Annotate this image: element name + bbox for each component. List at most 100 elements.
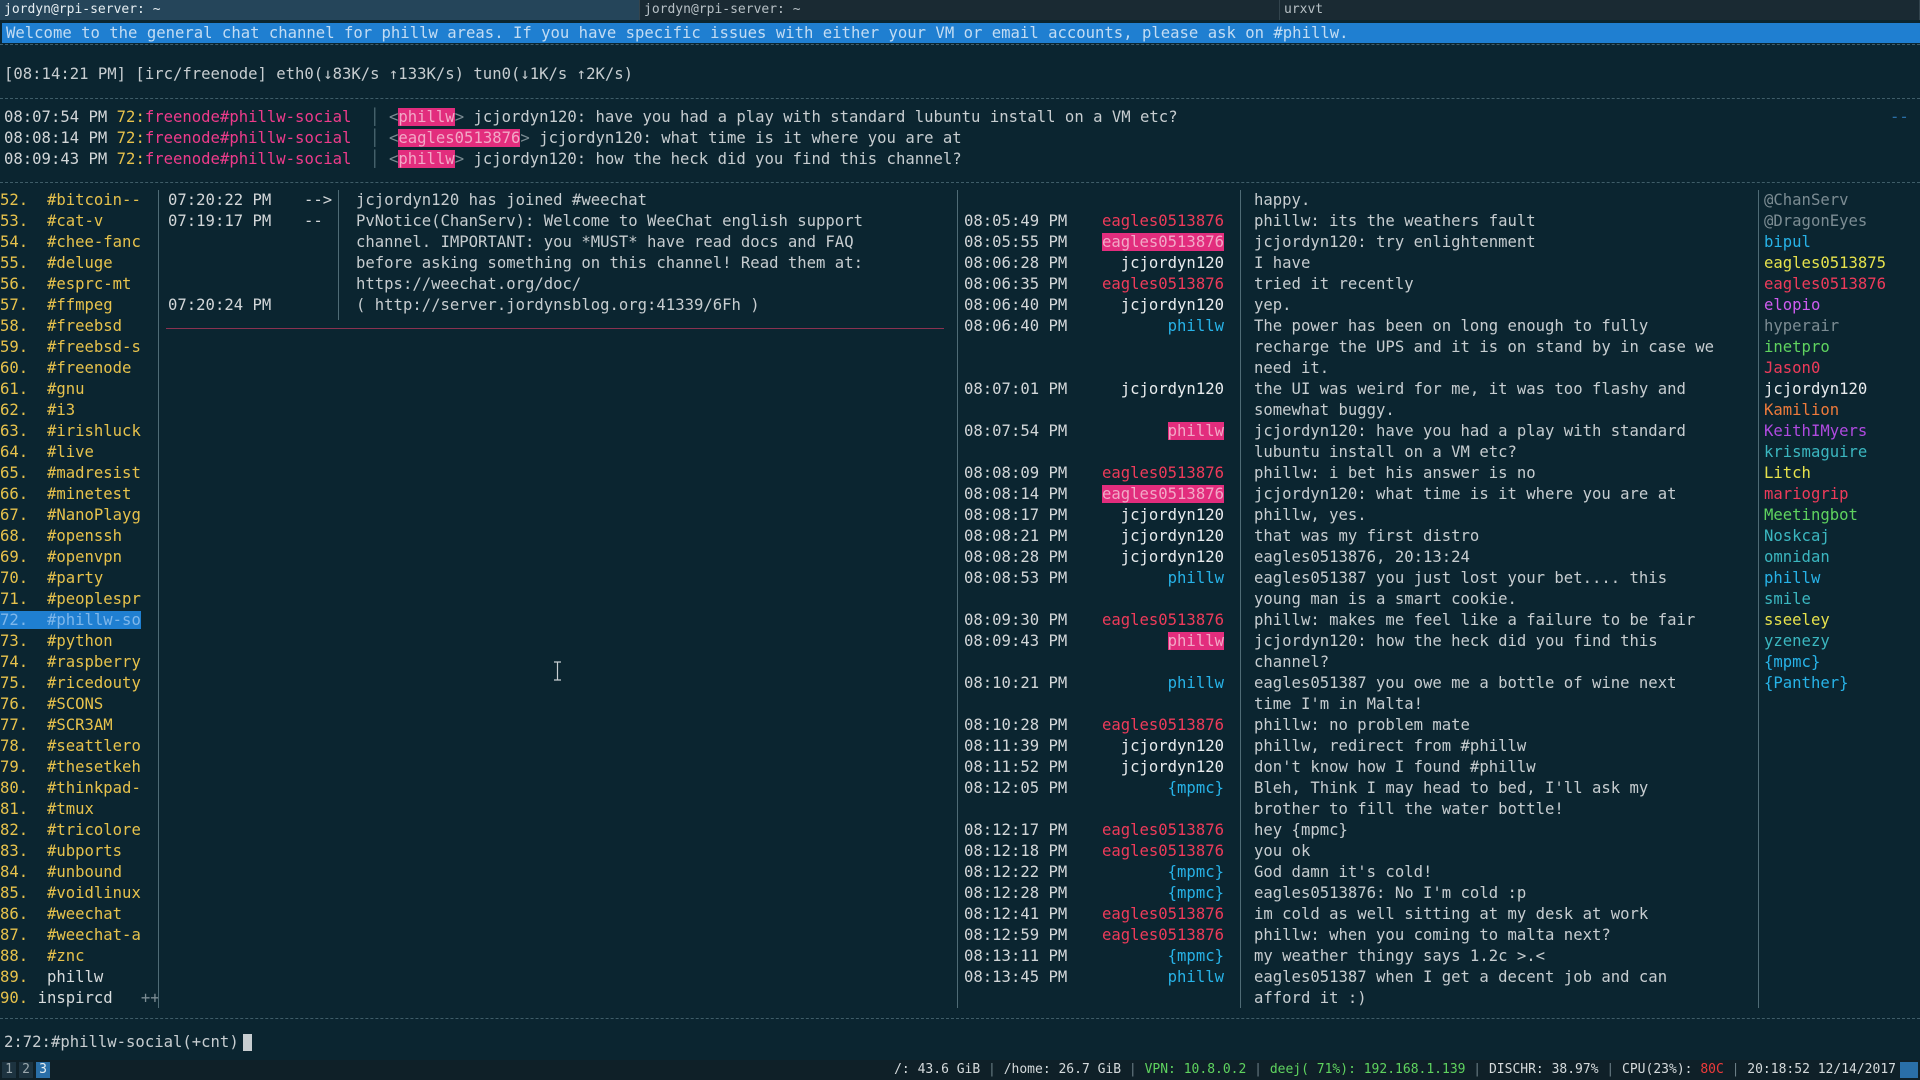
buffer-list-item[interactable]: 78. #seattlero [0, 736, 160, 757]
chat-nick[interactable]: eagles0513876 [960, 232, 1224, 253]
buffer-list-item[interactable]: 74. #raspberry [0, 652, 160, 673]
nick-list-item[interactable]: phillw [1762, 568, 1920, 589]
chat-nick[interactable]: eagles0513876 [960, 484, 1224, 505]
buffer-list-item[interactable]: 84. #unbound [0, 862, 160, 883]
chat-nick[interactable]: phillw [960, 421, 1224, 442]
buffer-list-item[interactable]: 66. #minetest [0, 484, 160, 505]
buffer-list-item[interactable]: 76. #SCONS [0, 694, 160, 715]
buffer-list-item[interactable]: 82. #tricolore [0, 820, 160, 841]
chat-nick[interactable]: eagles0513876 [960, 211, 1224, 232]
chat-nick[interactable]: eagles0513876 [960, 925, 1224, 946]
nick-list-item[interactable]: krismaguire [1762, 442, 1920, 463]
nick-list-item[interactable]: eagles0513875 [1762, 253, 1920, 274]
buffer-list-item[interactable]: 61. #gnu [0, 379, 160, 400]
nick-list-item[interactable]: {mpmc} [1762, 652, 1920, 673]
nick-list-item[interactable]: hyperair [1762, 316, 1920, 337]
buffer-list-item[interactable]: 88. #znc [0, 946, 160, 967]
nick-list-item[interactable]: omnidan [1762, 547, 1920, 568]
nick-list-item[interactable]: bipul [1762, 232, 1920, 253]
input-line[interactable]: 2:72:#phillw-social(+cnt) [4, 1032, 252, 1053]
buffer-list-item[interactable]: 77. #SCR3AM [0, 715, 160, 736]
chat-nick[interactable]: eagles0513876 [960, 274, 1224, 295]
nick-list-item[interactable]: Jason0 [1762, 358, 1920, 379]
nick-list-item[interactable]: @DragonEyes [1762, 211, 1920, 232]
workspace-3[interactable]: 3 [36, 1062, 50, 1078]
buffer-list-item[interactable]: 53. #cat-v [0, 211, 160, 232]
buffer-list-item[interactable]: 72. #phillw-so [0, 610, 160, 631]
nick-list-item[interactable]: mariogrip [1762, 484, 1920, 505]
tray-icon[interactable] [1900, 1062, 1918, 1078]
chat-nick[interactable]: eagles0513876 [960, 904, 1224, 925]
buffer-list-item[interactable]: 56. #esprc-mt [0, 274, 160, 295]
nick-list-item[interactable]: sseeley [1762, 610, 1920, 631]
buffer-list-item[interactable]: 79. #thesetkeh [0, 757, 160, 778]
buffer-list-item[interactable]: 81. #tmux [0, 799, 160, 820]
chat-nick[interactable]: {mpmc} [960, 883, 1224, 904]
chat-nick[interactable]: jcjordyn120 [960, 757, 1224, 778]
buffer-list-item[interactable]: 80. #thinkpad- [0, 778, 160, 799]
chat-nick[interactable]: eagles0513876 [960, 463, 1224, 484]
chat-nick[interactable]: jcjordyn120 [960, 547, 1224, 568]
nick-list-item[interactable]: {Panther} [1762, 673, 1920, 694]
chat-nick[interactable]: jcjordyn120 [960, 505, 1224, 526]
chat-nick[interactable]: eagles0513876 [960, 820, 1224, 841]
buffer-list-item[interactable]: 55. #deluge [0, 253, 160, 274]
buffer-list-item[interactable]: 65. #madresist [0, 463, 160, 484]
buffer-list-item[interactable]: 54. #chee-fanc [0, 232, 160, 253]
chat-nick[interactable]: jcjordyn120 [960, 736, 1224, 757]
tab-1[interactable]: jordyn@rpi-server: ~ [0, 0, 640, 20]
chat-nick[interactable]: phillw [960, 568, 1224, 589]
buffer-list-item[interactable]: 83. #ubports [0, 841, 160, 862]
buffer-list-item[interactable]: 87. #weechat-a [0, 925, 160, 946]
nick-list-item[interactable]: smile [1762, 589, 1920, 610]
nick-list-item[interactable]: Meetingbot [1762, 505, 1920, 526]
buffer-list-item[interactable]: 85. #voidlinux [0, 883, 160, 904]
chat-nick[interactable]: phillw [960, 631, 1224, 652]
chat-nick[interactable]: jcjordyn120 [960, 253, 1224, 274]
tab-2[interactable]: jordyn@rpi-server: ~ [640, 0, 1280, 20]
buffer-list-item[interactable]: 73. #python [0, 631, 160, 652]
nick-list-item[interactable]: elopio [1762, 295, 1920, 316]
buffer-list-item[interactable]: 63. #irishluck [0, 421, 160, 442]
nick-list-item[interactable]: inetpro [1762, 337, 1920, 358]
chat-nick[interactable]: eagles0513876 [960, 610, 1224, 631]
chat-nick[interactable]: {mpmc} [960, 946, 1224, 967]
buffer-list-item[interactable]: 62. #i3 [0, 400, 160, 421]
nick-list-item[interactable]: Noskcaj [1762, 526, 1920, 547]
chat-nick[interactable]: phillw [960, 967, 1224, 988]
buffer-list-item[interactable]: 64. #live [0, 442, 160, 463]
buffer-list-item[interactable]: 67. #NanoPlayg [0, 505, 160, 526]
nick-list-item[interactable]: jcjordyn120 [1762, 379, 1920, 400]
nick-list-item[interactable]: Litch [1762, 463, 1920, 484]
chat-nick[interactable]: eagles0513876 [960, 715, 1224, 736]
chat-nick[interactable]: {mpmc} [960, 778, 1224, 799]
chat-nick[interactable]: phillw [960, 673, 1224, 694]
buffer-list-item[interactable]: 86. #weechat [0, 904, 160, 925]
highlight-buffer-name[interactable]: freenode#phillw-social [145, 129, 352, 147]
highlight-buffer-name[interactable]: freenode#phillw-social [145, 108, 352, 126]
buffer-list-item[interactable]: 71. #peoplespr [0, 589, 160, 610]
chat-nick[interactable]: eagles0513876 [960, 841, 1224, 862]
buffer-list-item[interactable]: 58. #freebsd [0, 316, 160, 337]
buffer-list-item[interactable]: 90. inspircd ++ [0, 988, 160, 1009]
nick-list-item[interactable]: KeithIMyers [1762, 421, 1920, 442]
workspace-2[interactable]: 2 [19, 1062, 33, 1078]
buffer-list-item[interactable]: 60. #freenode [0, 358, 160, 379]
chat-nick[interactable]: jcjordyn120 [960, 379, 1224, 400]
buffer-list-item[interactable]: 89. phillw [0, 967, 160, 988]
buffer-list-item[interactable]: 68. #openssh [0, 526, 160, 547]
nick-list-item[interactable]: yzenezy [1762, 631, 1920, 652]
nick-list-item[interactable]: Kamilion [1762, 400, 1920, 421]
highlight-buffer-name[interactable]: freenode#phillw-social [145, 150, 352, 168]
nick-list-item[interactable]: @ChanServ [1762, 190, 1920, 211]
chat-nick[interactable]: phillw [960, 316, 1224, 337]
chat-nick[interactable]: jcjordyn120 [960, 526, 1224, 547]
chat-nick[interactable]: {mpmc} [960, 862, 1224, 883]
buffer-list-item[interactable]: 57. #ffmpeg [0, 295, 160, 316]
buffer-list-item[interactable]: 70. #party [0, 568, 160, 589]
nick-list-item[interactable]: eagles0513876 [1762, 274, 1920, 295]
buffer-list-item[interactable]: 59. #freebsd-s [0, 337, 160, 358]
chat-nick[interactable]: jcjordyn120 [960, 295, 1224, 316]
buffer-list-item[interactable]: 75. #ricedouty [0, 673, 160, 694]
workspace-1[interactable]: 1 [2, 1062, 16, 1078]
